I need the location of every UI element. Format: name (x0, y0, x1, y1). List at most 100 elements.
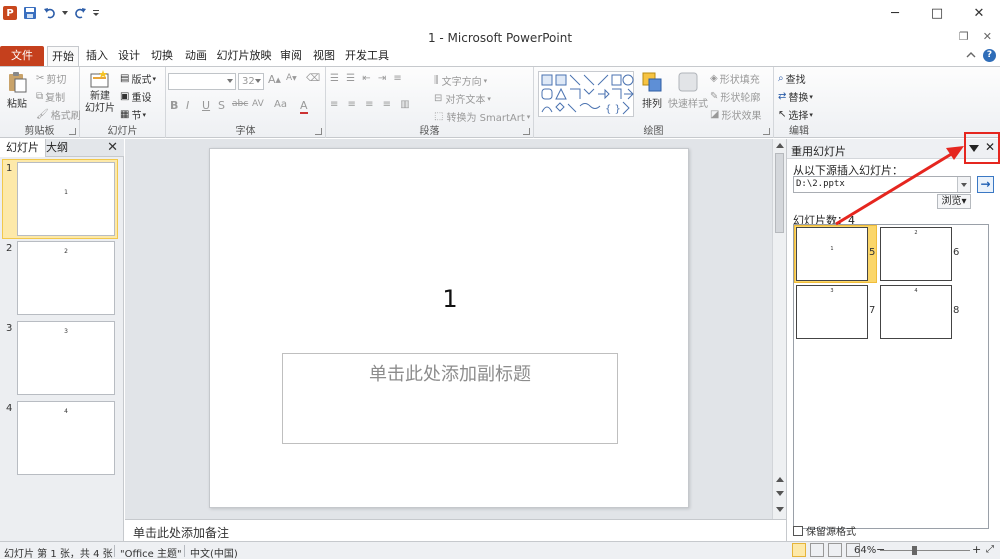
slide-sorter-view-icon[interactable] (810, 543, 824, 557)
tab-transitions[interactable]: 切换 (147, 46, 177, 66)
theme-status[interactable]: "Office 主题" (120, 545, 182, 559)
ribbon-collapse-icon[interactable] (966, 50, 976, 60)
undo-dropdown-icon[interactable] (62, 5, 68, 21)
keep-format-option[interactable]: 保留源格式 (793, 523, 856, 538)
clipboard-launcher-icon[interactable] (69, 128, 76, 135)
status-bar: 幻灯片 第 1 张，共 4 张 "Office 主题" 中文(中国) 64% −… (0, 541, 1000, 559)
annotation-arrow-icon (835, 146, 964, 226)
section-button[interactable]: ▦ 节 ▾ (120, 107, 146, 122)
tab-design[interactable]: 设计 (114, 46, 144, 66)
brush-icon: 🖌 (36, 109, 49, 120)
title-bar: P ─ □ ✕ (0, 0, 1000, 26)
reuse-slide-thumbnail-6[interactable]: 2 (880, 227, 952, 281)
find-button[interactable]: ⌕ 查找 (778, 71, 806, 86)
current-slide[interactable]: 1 单击此处添加副标题 (209, 148, 689, 508)
doc-close-icon[interactable]: ✕ (983, 30, 992, 43)
scroll-up-icon[interactable] (776, 143, 784, 148)
tab-view[interactable]: 视图 (309, 46, 339, 66)
select-button[interactable]: ↖ 选择 ▾ (778, 107, 813, 122)
paste-button[interactable]: 粘贴 (4, 71, 30, 110)
text-direction-button[interactable]: ⫼ 文字方向 ▾ (434, 73, 487, 88)
paste-icon (9, 72, 27, 93)
shapes-gallery[interactable]: { } (538, 71, 634, 117)
go-arrow-button[interactable]: → (977, 176, 994, 193)
slide-thumbnail-1[interactable]: 1 (17, 162, 115, 236)
help-icon[interactable]: ? (983, 49, 996, 62)
font-name-combo[interactable] (168, 73, 236, 90)
tab-review[interactable]: 审阅 (276, 46, 306, 66)
tab-outline[interactable]: 大纲 (40, 139, 74, 157)
copy-button[interactable]: ⧉ 复制 (36, 89, 65, 104)
change-case-button[interactable]: Aa (274, 99, 287, 110)
layout-button[interactable]: ▤ 版式 ▾ (120, 71, 156, 86)
normal-view-icon[interactable] (792, 543, 806, 557)
fit-to-window-icon[interactable]: ⤢ (986, 544, 994, 555)
arrange-button[interactable]: 排列 (638, 71, 666, 110)
tab-animations[interactable]: 动画 (181, 46, 211, 66)
undo-icon[interactable] (42, 5, 58, 21)
grow-font-button[interactable]: A ▲ (268, 73, 281, 86)
reuse-slide-thumbnail-8[interactable]: 4 (880, 285, 952, 339)
slide-thumbnail-3[interactable]: 3 (17, 321, 115, 395)
minimize-button[interactable]: ─ (874, 0, 916, 26)
reuse-slide-thumbnail-7[interactable]: 3 (796, 285, 868, 339)
clear-format-icon[interactable]: ⌫ (306, 73, 320, 84)
scroll-down-icon[interactable] (776, 507, 784, 512)
text-shadow-button[interactable]: S (218, 99, 225, 112)
drawing-launcher-icon[interactable] (763, 128, 770, 135)
alignment-buttons[interactable]: ≡ ≡ ≡ ≡ ▥ (330, 99, 413, 110)
font-size-combo[interactable]: 32 (238, 73, 264, 90)
replace-button[interactable]: ⇄ 替换 ▾ (778, 89, 813, 104)
quick-styles-button[interactable]: 快速样式 (668, 71, 708, 110)
tab-home[interactable]: 开始 (47, 46, 79, 66)
slide-thumbnail-2[interactable]: 2 (17, 241, 115, 315)
quick-styles-icon (678, 72, 698, 92)
keep-format-checkbox[interactable] (793, 525, 803, 536)
cut-button[interactable]: ✂ 剪切 (36, 71, 66, 86)
underline-button[interactable]: U (202, 99, 210, 112)
language-status[interactable]: 中文(中国) (190, 545, 238, 559)
pane-close-icon[interactable]: ✕ (107, 139, 118, 157)
notes-pane[interactable]: 单击此处添加备注 (125, 519, 786, 541)
close-button[interactable]: ✕ (958, 0, 1000, 26)
bold-button[interactable]: B (170, 99, 178, 112)
italic-button[interactable]: I (186, 99, 189, 112)
zoom-level[interactable]: 64% (854, 545, 876, 556)
doc-restore-icon[interactable]: ❐ (959, 30, 969, 43)
font-color-button[interactable]: A (300, 99, 308, 114)
reuse-slide-thumbnail-5[interactable]: 1 (796, 227, 868, 281)
prev-slide-icon[interactable] (776, 477, 784, 482)
scrollbar-thumb[interactable] (775, 153, 784, 233)
customize-qat-icon[interactable] (92, 5, 100, 21)
font-launcher-icon[interactable] (315, 128, 322, 135)
zoom-slider[interactable] (880, 550, 970, 551)
save-icon[interactable] (22, 5, 38, 21)
next-slide-icon[interactable] (776, 491, 784, 496)
paragraph-launcher-icon[interactable] (523, 128, 530, 135)
tab-slideshow[interactable]: 幻灯片放映 (215, 46, 273, 66)
slide-thumbnail-4[interactable]: 4 (17, 401, 115, 475)
format-painter-button[interactable]: 🖌 格式刷 (36, 107, 81, 122)
shape-effects-button[interactable]: ◪ 形状效果 (710, 107, 761, 122)
shape-outline-button[interactable]: ✎ 形状轮廓 (710, 89, 760, 104)
reading-view-icon[interactable] (828, 543, 842, 557)
tab-developer[interactable]: 开发工具 (342, 46, 392, 66)
powerpoint-logo-icon[interactable]: P (2, 5, 18, 21)
char-spacing-button[interactable]: AV (252, 99, 264, 109)
shrink-font-button[interactable]: A ▼ (286, 73, 297, 83)
zoom-slider-thumb[interactable] (912, 546, 917, 555)
redo-icon[interactable] (72, 5, 88, 21)
zoom-in-icon[interactable]: + (972, 543, 981, 556)
tab-file[interactable]: 文件 (0, 46, 44, 66)
bullets-button[interactable]: ☰ ☰ ⇤ ⇥ ≡ (330, 73, 404, 84)
reset-button[interactable]: ▣ 重设 (120, 89, 151, 104)
slide-title[interactable]: 1 (210, 285, 690, 313)
align-text-button[interactable]: ⊟ 对齐文本 ▾ (434, 91, 491, 106)
maximize-button[interactable]: □ (916, 0, 958, 26)
shape-fill-button[interactable]: ◈ 形状填充 (710, 71, 760, 86)
tab-insert[interactable]: 插入 (82, 46, 112, 66)
subtitle-placeholder-box[interactable]: 单击此处添加副标题 (282, 353, 618, 444)
strikethrough-button[interactable]: abc (232, 99, 248, 109)
new-slide-button[interactable]: 新建 幻灯片 (84, 69, 116, 115)
vertical-scrollbar[interactable] (772, 139, 786, 519)
